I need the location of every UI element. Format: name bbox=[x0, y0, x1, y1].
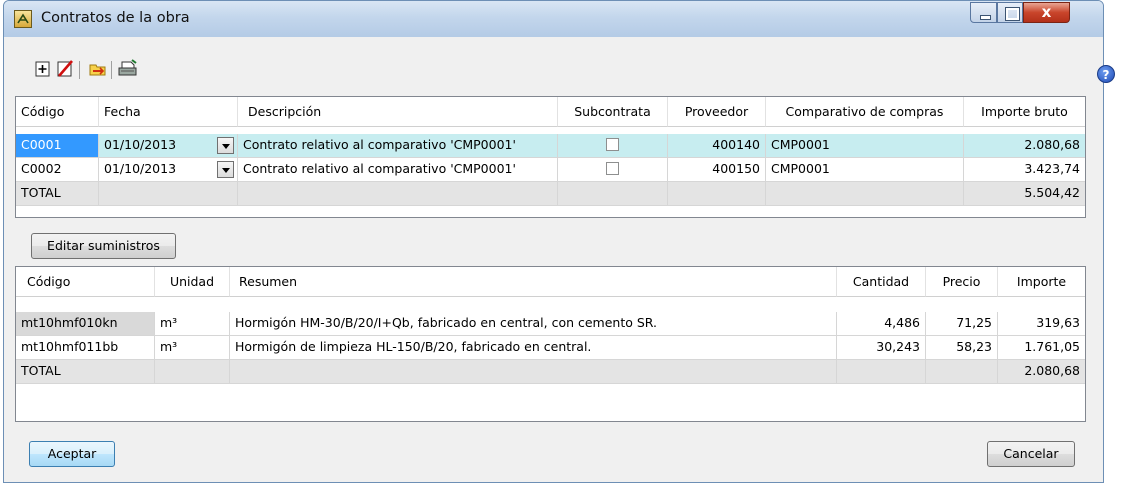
cell-date[interactable]: 01/10/2013 bbox=[99, 158, 238, 182]
close-button[interactable]: x bbox=[1023, 2, 1070, 23]
col-header-code[interactable]: Código bbox=[16, 267, 155, 297]
cell-amount[interactable]: 1.761,05 bbox=[998, 336, 1085, 360]
cell-date[interactable]: 01/10/2013 bbox=[99, 134, 238, 158]
print-icon[interactable] bbox=[117, 59, 137, 79]
col-header-supplier[interactable]: Proveedor bbox=[668, 97, 766, 127]
cell-supplier[interactable]: 400150 bbox=[668, 158, 766, 182]
cell-code[interactable]: C0002 bbox=[16, 158, 99, 182]
total-empty bbox=[155, 360, 230, 384]
col-header-date[interactable]: Fecha bbox=[99, 97, 238, 127]
toolbar bbox=[4, 59, 204, 85]
col-header-comparative[interactable]: Comparativo de compras bbox=[766, 97, 964, 127]
cell-code[interactable]: mt10hmf011bb bbox=[16, 336, 155, 360]
cell-quantity[interactable]: 4,486 bbox=[837, 312, 926, 336]
date-value: 01/10/2013 bbox=[104, 161, 177, 176]
total-empty bbox=[926, 360, 998, 384]
maximize-icon bbox=[998, 3, 1022, 22]
cell-price[interactable]: 71,25 bbox=[926, 312, 998, 336]
cell-subcontract[interactable] bbox=[558, 134, 668, 158]
cell-code[interactable]: mt10hmf010kn bbox=[16, 312, 155, 336]
col-header-gross[interactable]: Importe bruto bbox=[964, 97, 1085, 127]
open-folder-icon[interactable] bbox=[88, 59, 108, 79]
total-empty bbox=[238, 182, 558, 206]
cell-summary[interactable]: Hormigón HM-30/B/20/I+Qb, fabricado en c… bbox=[230, 312, 837, 336]
cell-subcontract[interactable] bbox=[558, 158, 668, 182]
add-row-icon[interactable] bbox=[33, 59, 53, 79]
cell-comparative[interactable]: CMP0001 bbox=[766, 134, 964, 158]
window-title: Contratos de la obra bbox=[41, 10, 190, 26]
delete-row-icon[interactable] bbox=[55, 59, 75, 79]
total-empty bbox=[230, 360, 837, 384]
accept-button[interactable]: Aceptar bbox=[29, 441, 115, 467]
cell-description[interactable]: Contrato relativo al comparativo 'CMP000… bbox=[238, 158, 558, 182]
cell-gross[interactable]: 2.080,68 bbox=[964, 134, 1085, 158]
total-value: 2.080,68 bbox=[998, 360, 1085, 384]
help-icon[interactable]: ? bbox=[1097, 65, 1115, 83]
total-empty bbox=[766, 182, 964, 206]
subcontract-checkbox[interactable] bbox=[606, 162, 619, 175]
cell-price[interactable]: 58,23 bbox=[926, 336, 998, 360]
col-header-amount[interactable]: Importe bbox=[998, 267, 1085, 297]
total-empty bbox=[99, 182, 238, 206]
total-value: 5.504,42 bbox=[964, 182, 1085, 206]
col-header-unit[interactable]: Unidad bbox=[155, 267, 230, 297]
minimize-button[interactable] bbox=[970, 2, 997, 23]
col-header-subcontract[interactable]: Subcontrata bbox=[558, 97, 668, 127]
edit-supplies-button[interactable]: Editar suministros bbox=[31, 233, 176, 259]
col-header-quantity[interactable]: Cantidad bbox=[837, 267, 926, 297]
cell-amount[interactable]: 319,63 bbox=[998, 312, 1085, 336]
cell-unit[interactable]: m³ bbox=[155, 336, 230, 360]
cell-unit[interactable]: m³ bbox=[155, 312, 230, 336]
close-icon: x bbox=[1041, 3, 1052, 21]
toolbar-separator bbox=[111, 61, 112, 79]
total-label: TOTAL bbox=[16, 360, 155, 384]
supplies-table: Código Unidad Resumen Cantidad Precio Im… bbox=[15, 266, 1086, 422]
cell-supplier[interactable]: 400140 bbox=[668, 134, 766, 158]
date-dropdown-icon[interactable] bbox=[217, 161, 234, 178]
cell-comparative[interactable]: CMP0001 bbox=[766, 158, 964, 182]
maximize-button[interactable] bbox=[997, 2, 1023, 23]
col-header-price[interactable]: Precio bbox=[926, 267, 998, 297]
title-bar[interactable]: Contratos de la obra x bbox=[4, 1, 1103, 37]
toolbar-separator bbox=[79, 61, 80, 79]
total-label: TOTAL bbox=[16, 182, 99, 206]
date-value: 01/10/2013 bbox=[104, 137, 177, 152]
total-empty bbox=[837, 360, 926, 384]
total-empty bbox=[668, 182, 766, 206]
minimize-icon bbox=[971, 3, 996, 22]
col-header-description[interactable]: Descripción bbox=[238, 97, 558, 127]
contracts-window: Contratos de la obra x ? Código Fecha De… bbox=[3, 0, 1115, 483]
col-header-code[interactable]: Código bbox=[16, 97, 99, 127]
cancel-button[interactable]: Cancelar bbox=[987, 441, 1075, 467]
app-icon bbox=[14, 10, 32, 28]
subcontract-checkbox[interactable] bbox=[606, 138, 619, 151]
date-dropdown-icon[interactable] bbox=[217, 137, 234, 154]
cell-description[interactable]: Contrato relativo al comparativo 'CMP000… bbox=[238, 134, 558, 158]
total-empty bbox=[558, 182, 668, 206]
contracts-table: Código Fecha Descripción Subcontrata Pro… bbox=[15, 96, 1086, 218]
cell-quantity[interactable]: 30,243 bbox=[837, 336, 926, 360]
cell-code[interactable]: C0001 bbox=[16, 134, 99, 158]
col-header-summary[interactable]: Resumen bbox=[230, 267, 837, 297]
cell-summary[interactable]: Hormigón de limpieza HL-150/B/20, fabric… bbox=[230, 336, 837, 360]
cell-gross[interactable]: 3.423,74 bbox=[964, 158, 1085, 182]
